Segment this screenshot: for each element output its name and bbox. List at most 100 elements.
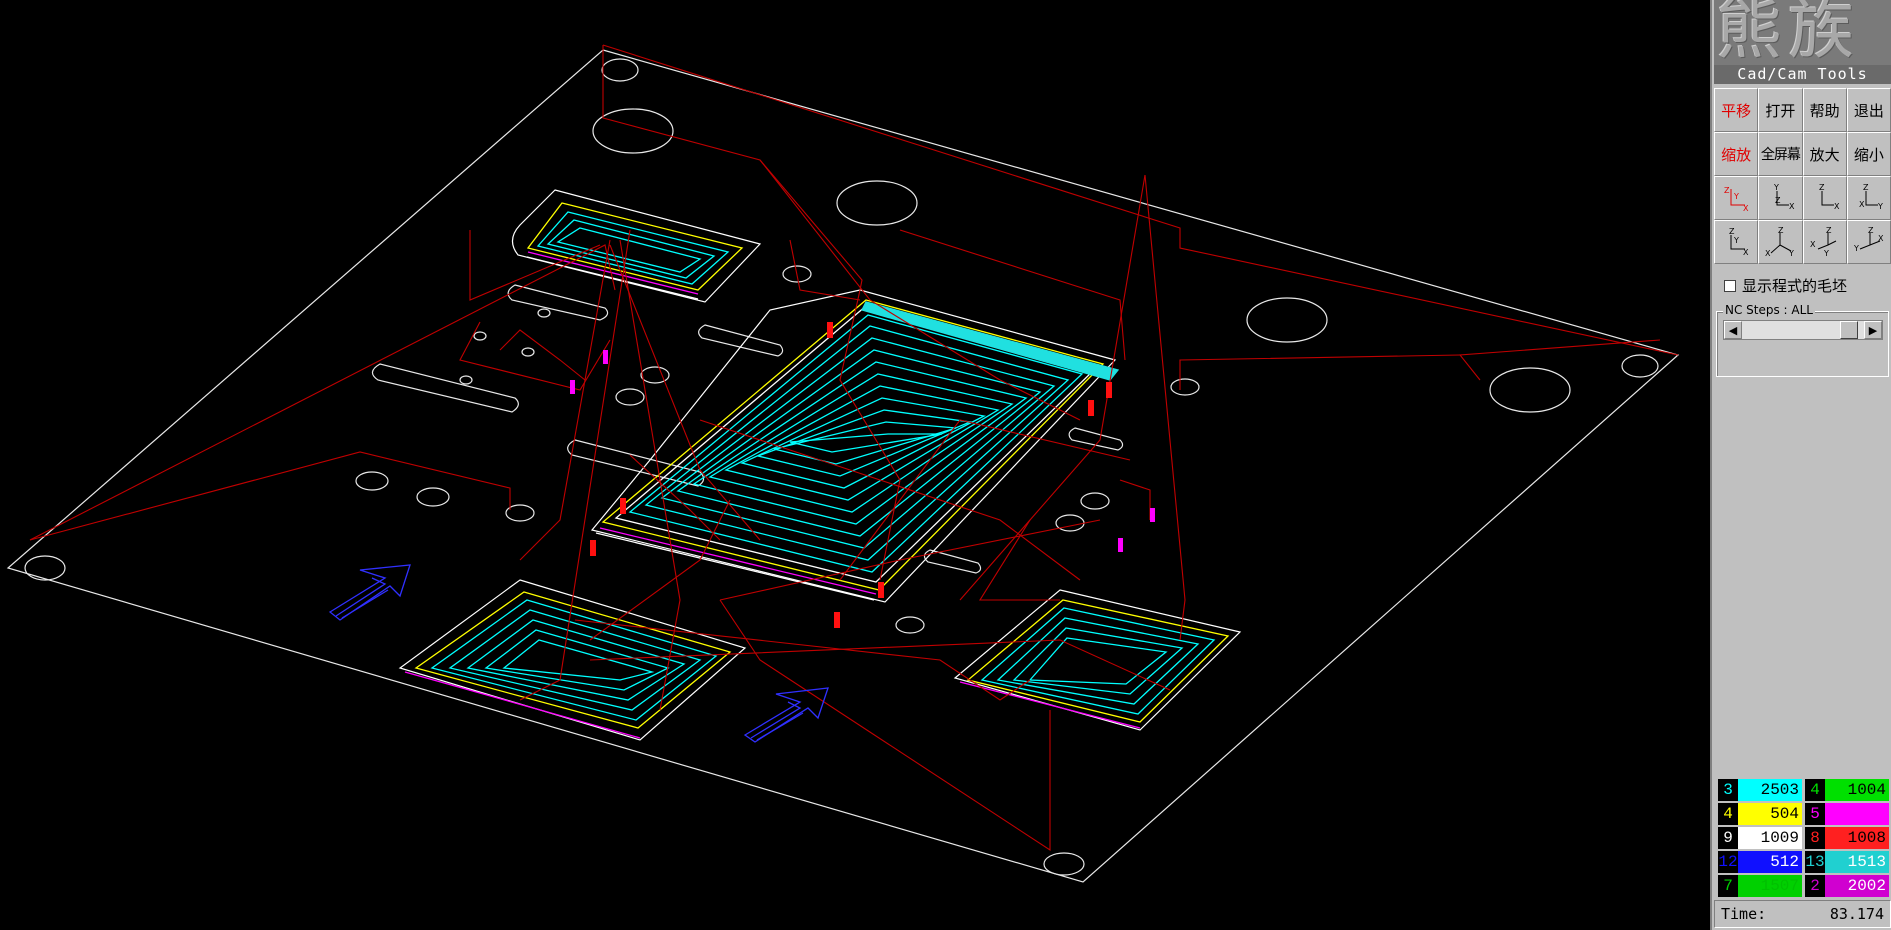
view-iso-icon: Z X Y bbox=[1765, 227, 1794, 257]
zoom-button[interactable]: 缩放 bbox=[1714, 132, 1759, 176]
toolpath-viewport[interactable] bbox=[0, 0, 1710, 930]
show-stock-checkbox[interactable] bbox=[1724, 279, 1736, 292]
legend-tool-number: 3 bbox=[1718, 779, 1738, 801]
legend-tool-number: 13 bbox=[1805, 851, 1825, 873]
view-top-icon: Z Y X bbox=[1729, 227, 1749, 257]
toolbar-row-1: 平移 打开 帮助 退出 bbox=[1714, 88, 1891, 132]
svg-text:Y: Y bbox=[1773, 183, 1779, 192]
pocket-contours bbox=[404, 202, 1230, 739]
view-side-left-icon: Z X Y bbox=[1859, 183, 1883, 211]
legend-item: 2 2002 bbox=[1805, 875, 1889, 897]
view-side-right-button[interactable]: Z X bbox=[1802, 176, 1847, 220]
legend-count: 2503 bbox=[1738, 779, 1802, 801]
svg-text:Z: Z bbox=[1729, 227, 1735, 236]
legend-tool-number: 8 bbox=[1805, 827, 1825, 849]
legend-item: 7 1507 bbox=[1718, 875, 1802, 897]
svg-text:Y: Y bbox=[1733, 192, 1739, 201]
svg-text:Z: Z bbox=[1778, 227, 1784, 235]
scroll-right-button[interactable]: ▶ bbox=[1864, 321, 1882, 339]
view-side-right-icon: Z X bbox=[1819, 183, 1840, 211]
svg-text:X: X bbox=[1878, 234, 1884, 243]
svg-text:X: X bbox=[1743, 248, 1749, 257]
svg-text:X: X bbox=[1859, 200, 1865, 209]
legend-item: 9 1009 bbox=[1718, 827, 1802, 849]
legend-tool-number: 9 bbox=[1718, 827, 1738, 849]
svg-text:X: X bbox=[1834, 202, 1840, 211]
scroll-thumb[interactable] bbox=[1840, 321, 1858, 339]
legend-count: 1009 bbox=[1738, 827, 1802, 849]
svg-text:Y: Y bbox=[1854, 244, 1859, 253]
legend-tool-number: 7 bbox=[1718, 875, 1738, 897]
legend-count: 512 bbox=[1738, 851, 1802, 873]
legend-item: 13 1513 bbox=[1805, 851, 1889, 873]
view-buttons-row-1: Z Y X Y Z X Z X Z X Y bbox=[1714, 176, 1891, 220]
view-front-button[interactable]: Y Z X bbox=[1758, 176, 1803, 220]
legend-tool-number: 12 bbox=[1718, 851, 1738, 873]
arrow-right-icon: ▶ bbox=[1868, 323, 1878, 337]
svg-text:Z: Z bbox=[1724, 186, 1730, 195]
legend-tool-number: 4 bbox=[1718, 803, 1738, 825]
svg-text:Z: Z bbox=[1826, 227, 1832, 235]
app-logo: 熊族 Cad/Cam Tools bbox=[1714, 0, 1891, 84]
tool-color-legend: 3 2503 4 1004 4 504 5 1005 9 1009 8 1008 12 512… bbox=[1718, 779, 1889, 897]
scroll-left-button[interactable]: ◀ bbox=[1724, 321, 1742, 339]
legend-item: 5 1005 bbox=[1805, 803, 1889, 825]
open-button[interactable]: 打开 bbox=[1758, 88, 1803, 132]
arrow-left-icon: ◀ bbox=[1728, 323, 1738, 337]
cutter-markers bbox=[590, 322, 1112, 628]
legend-count: 1005 bbox=[1825, 803, 1889, 825]
svg-text:Y: Y bbox=[1877, 202, 1883, 211]
time-readout: Time: 83.174 bbox=[1714, 900, 1891, 928]
time-label: Time: bbox=[1721, 905, 1767, 923]
svg-text:Z: Z bbox=[1819, 183, 1825, 192]
plate-outline bbox=[6, 49, 1680, 883]
view-iso3-button[interactable]: Z Y X bbox=[1846, 220, 1891, 264]
exit-button[interactable]: 退出 bbox=[1846, 88, 1891, 132]
svg-text:Z: Z bbox=[1863, 183, 1869, 192]
view-xy-button[interactable]: Z Y X bbox=[1714, 176, 1759, 220]
view-iso2-button[interactable]: Z X Y bbox=[1802, 220, 1847, 264]
nc-steps-group: NC Steps : ALL ◀ ▶ bbox=[1716, 303, 1889, 377]
pan-button[interactable]: 平移 bbox=[1714, 88, 1759, 132]
view-iso-button[interactable]: Z X Y bbox=[1758, 220, 1803, 264]
view-iso2-icon: Z X Y bbox=[1810, 227, 1836, 257]
right-panel: 熊族 Cad/Cam Tools 平移 打开 帮助 退出 缩放 全屏幕 放大 缩… bbox=[1710, 0, 1891, 930]
nc-steps-label: NC Steps : ALL bbox=[1723, 303, 1815, 317]
view-side-left-button[interactable]: Z X Y bbox=[1846, 176, 1891, 220]
show-stock-label: 显示程式的毛坯 bbox=[1742, 277, 1848, 295]
legend-item: 3 2503 bbox=[1718, 779, 1802, 801]
toolpath-canvas bbox=[6, 44, 1680, 883]
svg-text:X: X bbox=[1789, 202, 1795, 211]
svg-text:Y: Y bbox=[1788, 249, 1794, 257]
legend-tool-number: 5 bbox=[1805, 803, 1825, 825]
legend-count: 1008 bbox=[1825, 827, 1889, 849]
legend-count: 1507 bbox=[1738, 875, 1802, 897]
view-xy-icon: Z Y X bbox=[1724, 186, 1749, 213]
logo-subtitle: Cad/Cam Tools bbox=[1714, 65, 1891, 84]
show-stock-checkbox-row[interactable]: 显示程式的毛坯 bbox=[1724, 275, 1847, 296]
svg-text:Z: Z bbox=[1868, 227, 1874, 235]
legend-item: 8 1008 bbox=[1805, 827, 1889, 849]
zoom-in-button[interactable]: 放大 bbox=[1802, 132, 1847, 176]
legend-item: 4 1004 bbox=[1805, 779, 1889, 801]
nc-steps-scrollbar[interactable]: ◀ ▶ bbox=[1723, 320, 1883, 340]
legend-count: 504 bbox=[1738, 803, 1802, 825]
zoom-out-button[interactable]: 缩小 bbox=[1846, 132, 1891, 176]
legend-count: 2002 bbox=[1825, 875, 1889, 897]
logo-title: 熊族 bbox=[1716, 0, 1860, 68]
svg-text:Y: Y bbox=[1823, 249, 1829, 257]
legend-count: 1004 bbox=[1825, 779, 1889, 801]
legend-item: 12 512 bbox=[1718, 851, 1802, 873]
svg-text:X: X bbox=[1810, 240, 1816, 249]
svg-text:Y: Y bbox=[1733, 236, 1739, 245]
view-buttons-row-2: Z Y X Z X Y Z X Y Z Y X bbox=[1714, 220, 1891, 264]
toolbar-row-2: 缩放 全屏幕 放大 缩小 bbox=[1714, 132, 1891, 176]
svg-text:X: X bbox=[1743, 204, 1749, 213]
view-front-icon: Y Z X bbox=[1773, 183, 1795, 211]
view-top-button[interactable]: Z Y X bbox=[1714, 220, 1759, 264]
time-value: 83.174 bbox=[1829, 905, 1884, 923]
help-button[interactable]: 帮助 bbox=[1802, 88, 1847, 132]
fullscreen-button[interactable]: 全屏幕 bbox=[1758, 132, 1803, 176]
rapid-moves bbox=[29, 44, 1679, 852]
svg-text:X: X bbox=[1765, 249, 1771, 257]
